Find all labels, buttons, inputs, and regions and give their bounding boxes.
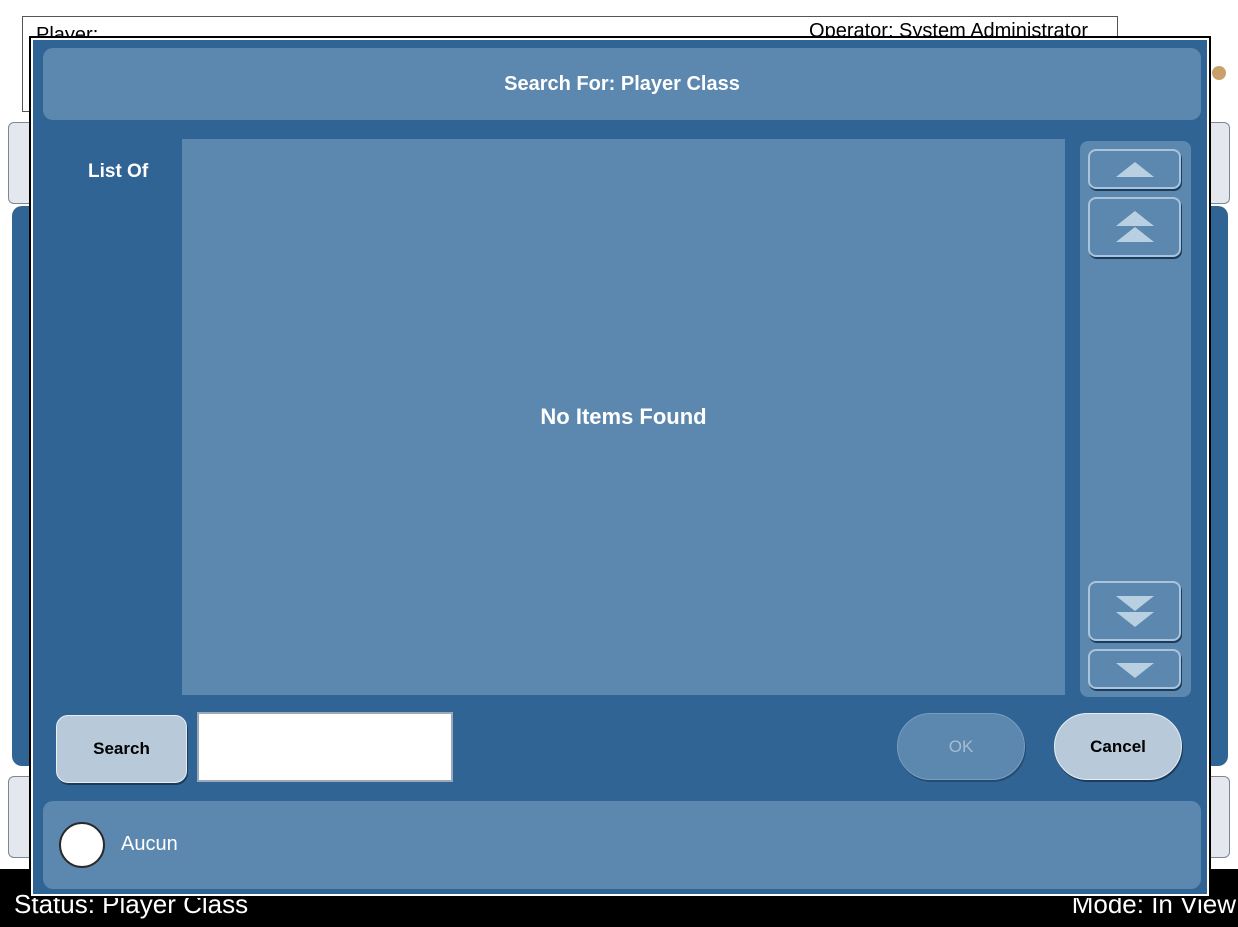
page-down-button[interactable] <box>1088 581 1181 641</box>
background-indicator-dot <box>1212 66 1226 80</box>
ok-button[interactable]: OK <box>897 713 1025 780</box>
list-of-label: List Of <box>88 161 149 182</box>
cancel-button[interactable]: Cancel <box>1054 713 1182 780</box>
triangle-down-icon <box>1115 663 1154 678</box>
page-up-button[interactable] <box>1088 197 1181 257</box>
aucun-radio-label: Aucun <box>121 833 178 855</box>
dialog-title-bar: Search For: Player Class <box>43 48 1201 120</box>
search-input[interactable] <box>197 712 453 782</box>
search-dialog: Search For: Player Class List Of No Item… <box>29 36 1211 898</box>
empty-list-message: No Items Found <box>540 404 707 429</box>
scroll-controls <box>1080 141 1191 697</box>
scroll-up-button[interactable] <box>1088 149 1181 189</box>
triangle-up-icon <box>1115 162 1154 177</box>
dialog-body: Search For: Player Class List Of No Item… <box>33 40 1207 894</box>
search-button[interactable]: Search <box>56 715 187 783</box>
results-list[interactable]: No Items Found <box>182 139 1065 695</box>
dialog-footer: Aucun <box>43 801 1201 889</box>
aucun-radio[interactable] <box>59 822 105 868</box>
dialog-title: Search For: Player Class <box>504 72 740 95</box>
scroll-down-button[interactable] <box>1088 649 1181 689</box>
